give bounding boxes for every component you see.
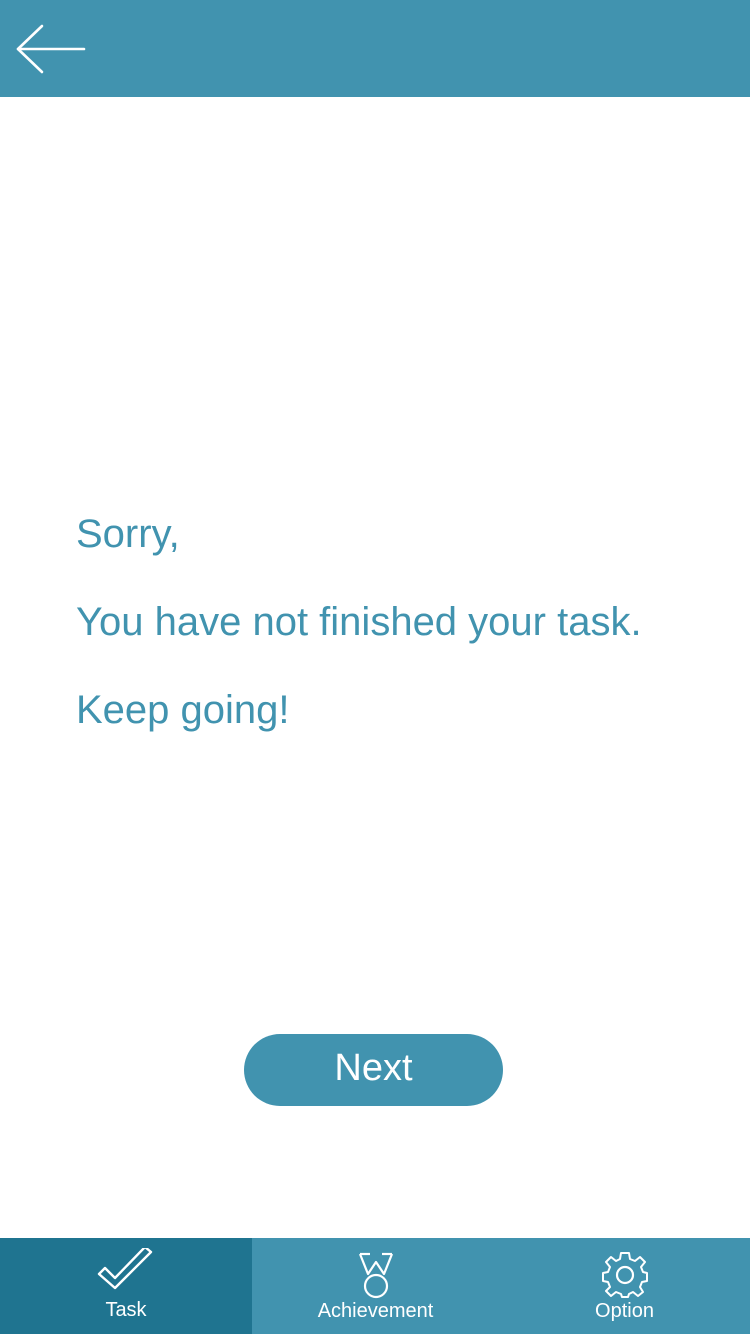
checkmark-icon: [97, 1248, 153, 1290]
medal-icon: [358, 1252, 393, 1299]
tab-task[interactable]: Task: [0, 1238, 252, 1334]
message-task-status: You have not finished your task.: [76, 600, 642, 644]
gear-icon: [601, 1252, 648, 1298]
top-app-bar: [0, 0, 750, 97]
message-apology: Sorry,: [76, 512, 180, 556]
bottom-tab-bar: Task Achievement Option: [0, 1238, 750, 1334]
tab-option-label: Option: [595, 1300, 654, 1322]
tab-task-label: Task: [105, 1299, 147, 1321]
status-message: Sorry, You have not finished your task. …: [76, 508, 716, 772]
tab-achievement-label: Achievement: [317, 1300, 434, 1322]
arrow-left-icon: [16, 24, 86, 74]
tab-achievement[interactable]: Achievement: [252, 1238, 499, 1334]
tab-option[interactable]: Option: [499, 1238, 750, 1334]
message-encouragement: Keep going!: [76, 688, 290, 732]
next-button[interactable]: Next: [244, 1034, 503, 1106]
back-button[interactable]: [14, 22, 88, 76]
